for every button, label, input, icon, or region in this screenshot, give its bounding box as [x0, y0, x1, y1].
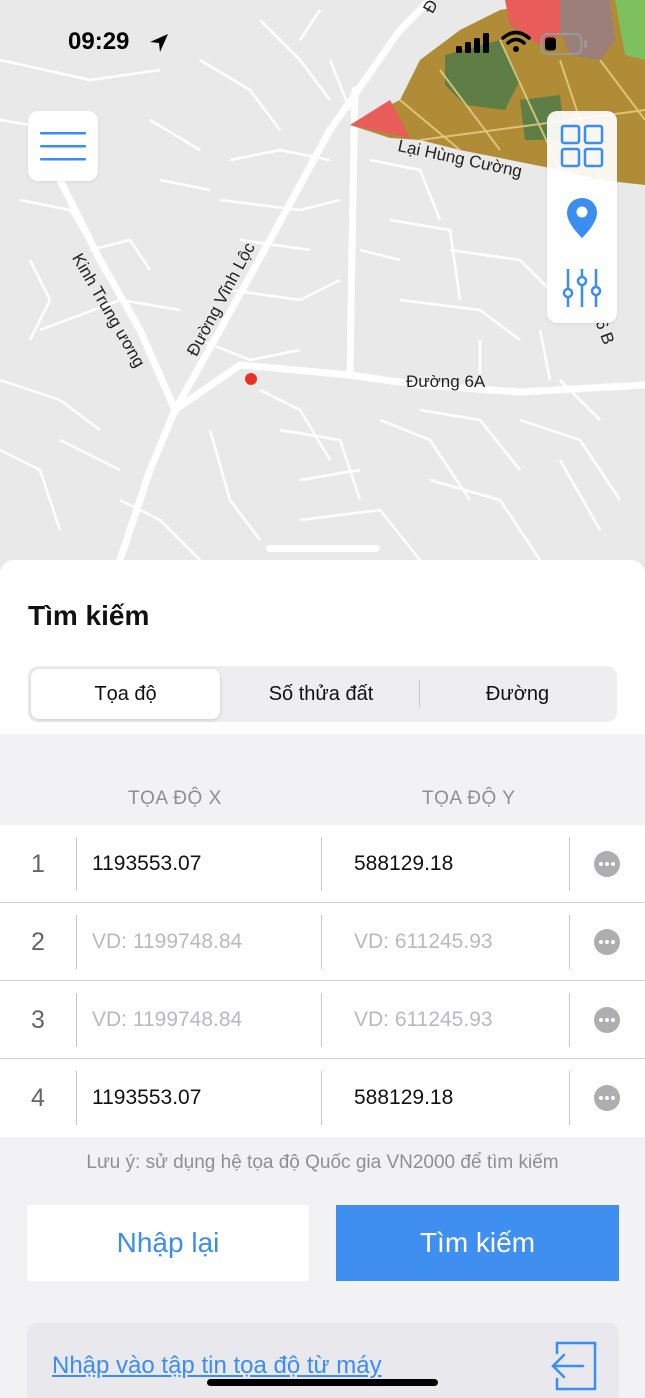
status-time: 09:29	[68, 28, 130, 55]
y-coordinate-input[interactable]	[354, 1059, 564, 1137]
column-header-y: TỌA ĐỘ Y	[422, 788, 516, 809]
row-index: 2	[31, 927, 45, 956]
more-options-icon[interactable]	[594, 929, 620, 955]
table-row: 4	[0, 1059, 645, 1137]
hamburger-icon	[40, 132, 86, 161]
tab-coordinates[interactable]: Tọa độ	[31, 669, 220, 719]
divider	[569, 993, 570, 1047]
divider	[569, 915, 570, 969]
page-title: Tìm kiếm	[28, 600, 150, 631]
divider	[76, 837, 77, 891]
row-index: 4	[31, 1083, 45, 1112]
divider	[569, 1071, 570, 1125]
table-row: 3	[0, 981, 645, 1059]
tab-divider	[419, 680, 420, 708]
import-icon	[551, 1341, 597, 1391]
my-location-button[interactable]	[547, 183, 617, 253]
search-button[interactable]: Tìm kiếm	[336, 1205, 619, 1281]
map-tools-panel	[547, 111, 617, 323]
location-arrow-icon	[150, 34, 168, 52]
menu-button[interactable]	[28, 111, 98, 181]
y-coordinate-input[interactable]	[354, 825, 564, 903]
home-indicator	[207, 1379, 438, 1386]
row-index: 3	[31, 1005, 45, 1034]
divider	[321, 993, 322, 1047]
tab-parcel-number[interactable]: Số thửa đất	[224, 669, 418, 719]
cellular-signal-icon	[456, 33, 489, 53]
status-bar: 09:29	[0, 0, 645, 90]
table-row: 2	[0, 903, 645, 981]
more-options-icon[interactable]	[594, 1085, 620, 1111]
search-mode-tabs: Tọa độ Số thửa đất Đường	[28, 666, 617, 722]
search-header: Tìm kiếm Tọa độ Số thửa đất Đường	[0, 560, 645, 734]
divider	[76, 915, 77, 969]
y-coordinate-input[interactable]	[354, 981, 564, 1059]
grid-icon	[560, 124, 604, 168]
x-coordinate-input[interactable]	[92, 903, 317, 981]
x-coordinate-input[interactable]	[92, 981, 317, 1059]
more-options-icon[interactable]	[594, 851, 620, 877]
divider	[321, 915, 322, 969]
divider	[321, 1071, 322, 1125]
divider	[76, 1071, 77, 1125]
divider	[321, 837, 322, 891]
x-coordinate-input[interactable]	[92, 825, 317, 903]
road-label: Đường 6A	[406, 372, 486, 391]
x-coordinate-input[interactable]	[92, 1059, 317, 1137]
y-coordinate-input[interactable]	[354, 903, 564, 981]
divider	[569, 837, 570, 891]
import-file-label: Nhập vào tập tin tọa độ từ máy	[52, 1352, 382, 1379]
more-options-icon[interactable]	[594, 1007, 620, 1033]
reset-button[interactable]: Nhập lại	[27, 1205, 309, 1281]
sheet-grab-handle[interactable]	[266, 545, 380, 552]
tab-road[interactable]: Đường	[421, 669, 614, 719]
import-file-button[interactable]: Nhập vào tập tin tọa độ từ máy	[27, 1323, 619, 1398]
coordinate-table: 1 2 3	[0, 825, 645, 1137]
filter-settings-button[interactable]	[547, 253, 617, 323]
sliders-icon	[562, 269, 602, 307]
location-pin-icon	[567, 198, 597, 238]
row-index: 1	[31, 849, 45, 878]
table-row: 1	[0, 825, 645, 903]
map-marker[interactable]	[245, 373, 257, 385]
coordinate-system-note: Lưu ý: sử dụng hệ tọa độ Quốc gia VN2000…	[86, 1152, 559, 1173]
layers-grid-button[interactable]	[547, 111, 617, 181]
divider	[76, 993, 77, 1047]
wifi-icon	[501, 30, 531, 52]
map-view[interactable]: Kinh Trung ương Đường Vĩnh Lộc Lại Hùng …	[0, 0, 645, 580]
search-sheet: Tìm kiếm Tọa độ Số thửa đất Đường TỌA ĐỘ…	[0, 560, 645, 1398]
battery-icon	[540, 33, 587, 55]
column-header-x: TỌA ĐỘ X	[128, 788, 222, 809]
